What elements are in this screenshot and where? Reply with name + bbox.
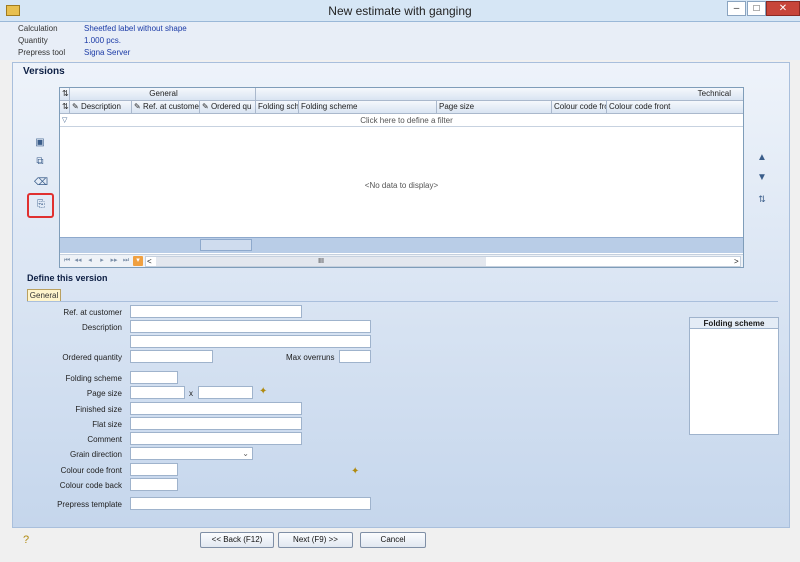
- band-general: General: [70, 88, 256, 101]
- move-up-icon[interactable]: ▲: [756, 152, 768, 164]
- tab-divider: [27, 301, 778, 302]
- magic-wand-icon-2[interactable]: ✦: [351, 466, 359, 477]
- col-colour-front[interactable]: Colour code front: [607, 101, 743, 114]
- info-value-quantity: 1.000 pcs.: [84, 36, 121, 45]
- label-finished-size: Finished size: [75, 405, 122, 414]
- versions-title: Versions: [23, 66, 65, 77]
- estimate-info: Calculation Sheetfed label without shape…: [0, 22, 800, 60]
- folding-scheme-panel: Folding scheme: [689, 317, 779, 435]
- versions-grid[interactable]: ⇅ General Technical ⇅ ✎ Description ✎ Re…: [59, 87, 744, 268]
- summary-cell: [200, 239, 252, 251]
- label-colour-front: Colour code front: [60, 466, 122, 475]
- help-icon[interactable]: ?: [23, 534, 29, 546]
- col-description-label: Description: [80, 102, 121, 111]
- info-label-calculation: Calculation: [18, 24, 58, 33]
- grid-column-header: ⇅ ✎ Description ✎ Ref. at custome ✎ Orde…: [60, 101, 743, 114]
- import-icon[interactable]: ⎘: [35, 199, 47, 211]
- nav-prev-icon[interactable]: ◂: [85, 256, 95, 266]
- page-size-separator: x: [189, 389, 193, 398]
- description-input[interactable]: [130, 320, 371, 333]
- band-expand-icon[interactable]: ⇅: [60, 88, 70, 101]
- label-prepress-template: Prepress template: [57, 500, 122, 509]
- next-button[interactable]: Next (F9) >>: [278, 532, 353, 548]
- back-button[interactable]: << Back (F12): [200, 532, 274, 548]
- nav-last-icon[interactable]: ⏭: [121, 256, 131, 266]
- description-input-2[interactable]: [130, 335, 371, 348]
- page-width-input[interactable]: [130, 386, 185, 399]
- grain-direction-select[interactable]: ⌄: [130, 447, 253, 460]
- folding-scheme-input[interactable]: [130, 371, 178, 384]
- col-ref-label: Ref. at custome: [142, 102, 199, 111]
- magic-wand-icon[interactable]: ✦: [259, 386, 267, 397]
- column-chooser-icon[interactable]: ⇅: [60, 101, 70, 114]
- label-max-overruns: Max overruns: [286, 353, 335, 362]
- scroll-left-icon[interactable]: <: [147, 257, 152, 267]
- label-colour-back: Colour code back: [59, 481, 122, 490]
- grid-navigator: ⏮ ◂◂ ◂ ▸ ▸▸ ⏭ ▾ < III >: [60, 254, 743, 267]
- close-button[interactable]: ✕: [766, 1, 800, 16]
- col-description[interactable]: ✎ Description: [70, 101, 132, 114]
- col-page-size[interactable]: Page size: [437, 101, 552, 114]
- grid-summary-row: [60, 237, 743, 253]
- title-bar: New estimate with ganging – □ ✕: [0, 0, 800, 22]
- horizontal-scrollbar[interactable]: < III >: [145, 256, 741, 267]
- page-height-input[interactable]: [198, 386, 253, 399]
- finished-size-input[interactable]: [130, 402, 302, 415]
- define-version-title: Define this version: [27, 273, 108, 283]
- label-flat-size: Flat size: [92, 420, 122, 429]
- move-down-icon[interactable]: ▼: [756, 172, 768, 184]
- filter-icon: ▽: [62, 117, 68, 124]
- info-label-prepress: Prepress tool: [18, 48, 66, 57]
- cancel-button[interactable]: Cancel: [360, 532, 426, 548]
- folding-scheme-panel-title: Folding scheme: [690, 318, 778, 329]
- col-ordered-label: Ordered qu: [210, 102, 252, 111]
- comment-input[interactable]: [130, 432, 302, 445]
- copy-version-icon[interactable]: ⧉: [34, 156, 46, 168]
- nav-filter-icon[interactable]: ▾: [133, 256, 143, 266]
- col-folding-scheme[interactable]: Folding scheme: [299, 101, 437, 114]
- erase-icon[interactable]: ⌫: [34, 177, 48, 189]
- chevron-down-icon: ⌄: [242, 449, 249, 458]
- ref-customer-input[interactable]: [130, 305, 302, 318]
- band-technical: Technical: [697, 89, 731, 98]
- add-version-icon[interactable]: ▣: [34, 137, 46, 149]
- no-data-message: <No data to display>: [364, 181, 439, 190]
- grid-band-header: ⇅ General Technical: [60, 88, 743, 101]
- label-folding-scheme: Folding scheme: [65, 374, 122, 383]
- col-ref[interactable]: ✎ Ref. at custome: [132, 101, 200, 114]
- nav-next-icon[interactable]: ▸: [97, 256, 107, 266]
- col-colour-short[interactable]: Colour code fro: [552, 101, 607, 114]
- colour-front-input[interactable]: [130, 463, 178, 476]
- info-label-quantity: Quantity: [18, 36, 48, 45]
- col-ordered[interactable]: ✎ Ordered qu: [200, 101, 256, 114]
- nav-first-icon[interactable]: ⏮: [62, 256, 72, 266]
- label-grain-direction: Grain direction: [69, 450, 122, 459]
- filter-row[interactable]: ▽ Click here to define a filter: [60, 114, 743, 127]
- col-folding-short[interactable]: Folding sche: [256, 101, 299, 114]
- filter-hint: Click here to define a filter: [360, 116, 453, 125]
- info-value-calculation: Sheetfed label without shape: [84, 24, 187, 33]
- nav-next-page-icon[interactable]: ▸▸: [109, 256, 119, 266]
- scroll-right-icon[interactable]: >: [734, 257, 739, 267]
- sort-icon[interactable]: ⇅: [756, 193, 768, 205]
- label-page-size: Page size: [86, 389, 122, 398]
- nav-prev-page-icon[interactable]: ◂◂: [73, 256, 83, 266]
- info-value-prepress: Signa Server: [84, 48, 131, 57]
- prepress-template-input[interactable]: [130, 497, 371, 510]
- label-description: Description: [81, 323, 122, 332]
- ordered-quantity-input[interactable]: [130, 350, 213, 363]
- flat-size-input[interactable]: [130, 417, 302, 430]
- scroll-thumb[interactable]: III: [156, 257, 486, 266]
- label-ref-customer: Ref. at customer: [63, 308, 122, 317]
- label-comment: Comment: [87, 435, 122, 444]
- maximize-button[interactable]: □: [747, 1, 766, 16]
- colour-back-input[interactable]: [130, 478, 178, 491]
- label-ordered-quantity: Ordered quantity: [62, 353, 122, 362]
- max-overruns-input[interactable]: [339, 350, 371, 363]
- window-title: New estimate with ganging: [328, 4, 472, 18]
- minimize-button[interactable]: –: [727, 1, 746, 16]
